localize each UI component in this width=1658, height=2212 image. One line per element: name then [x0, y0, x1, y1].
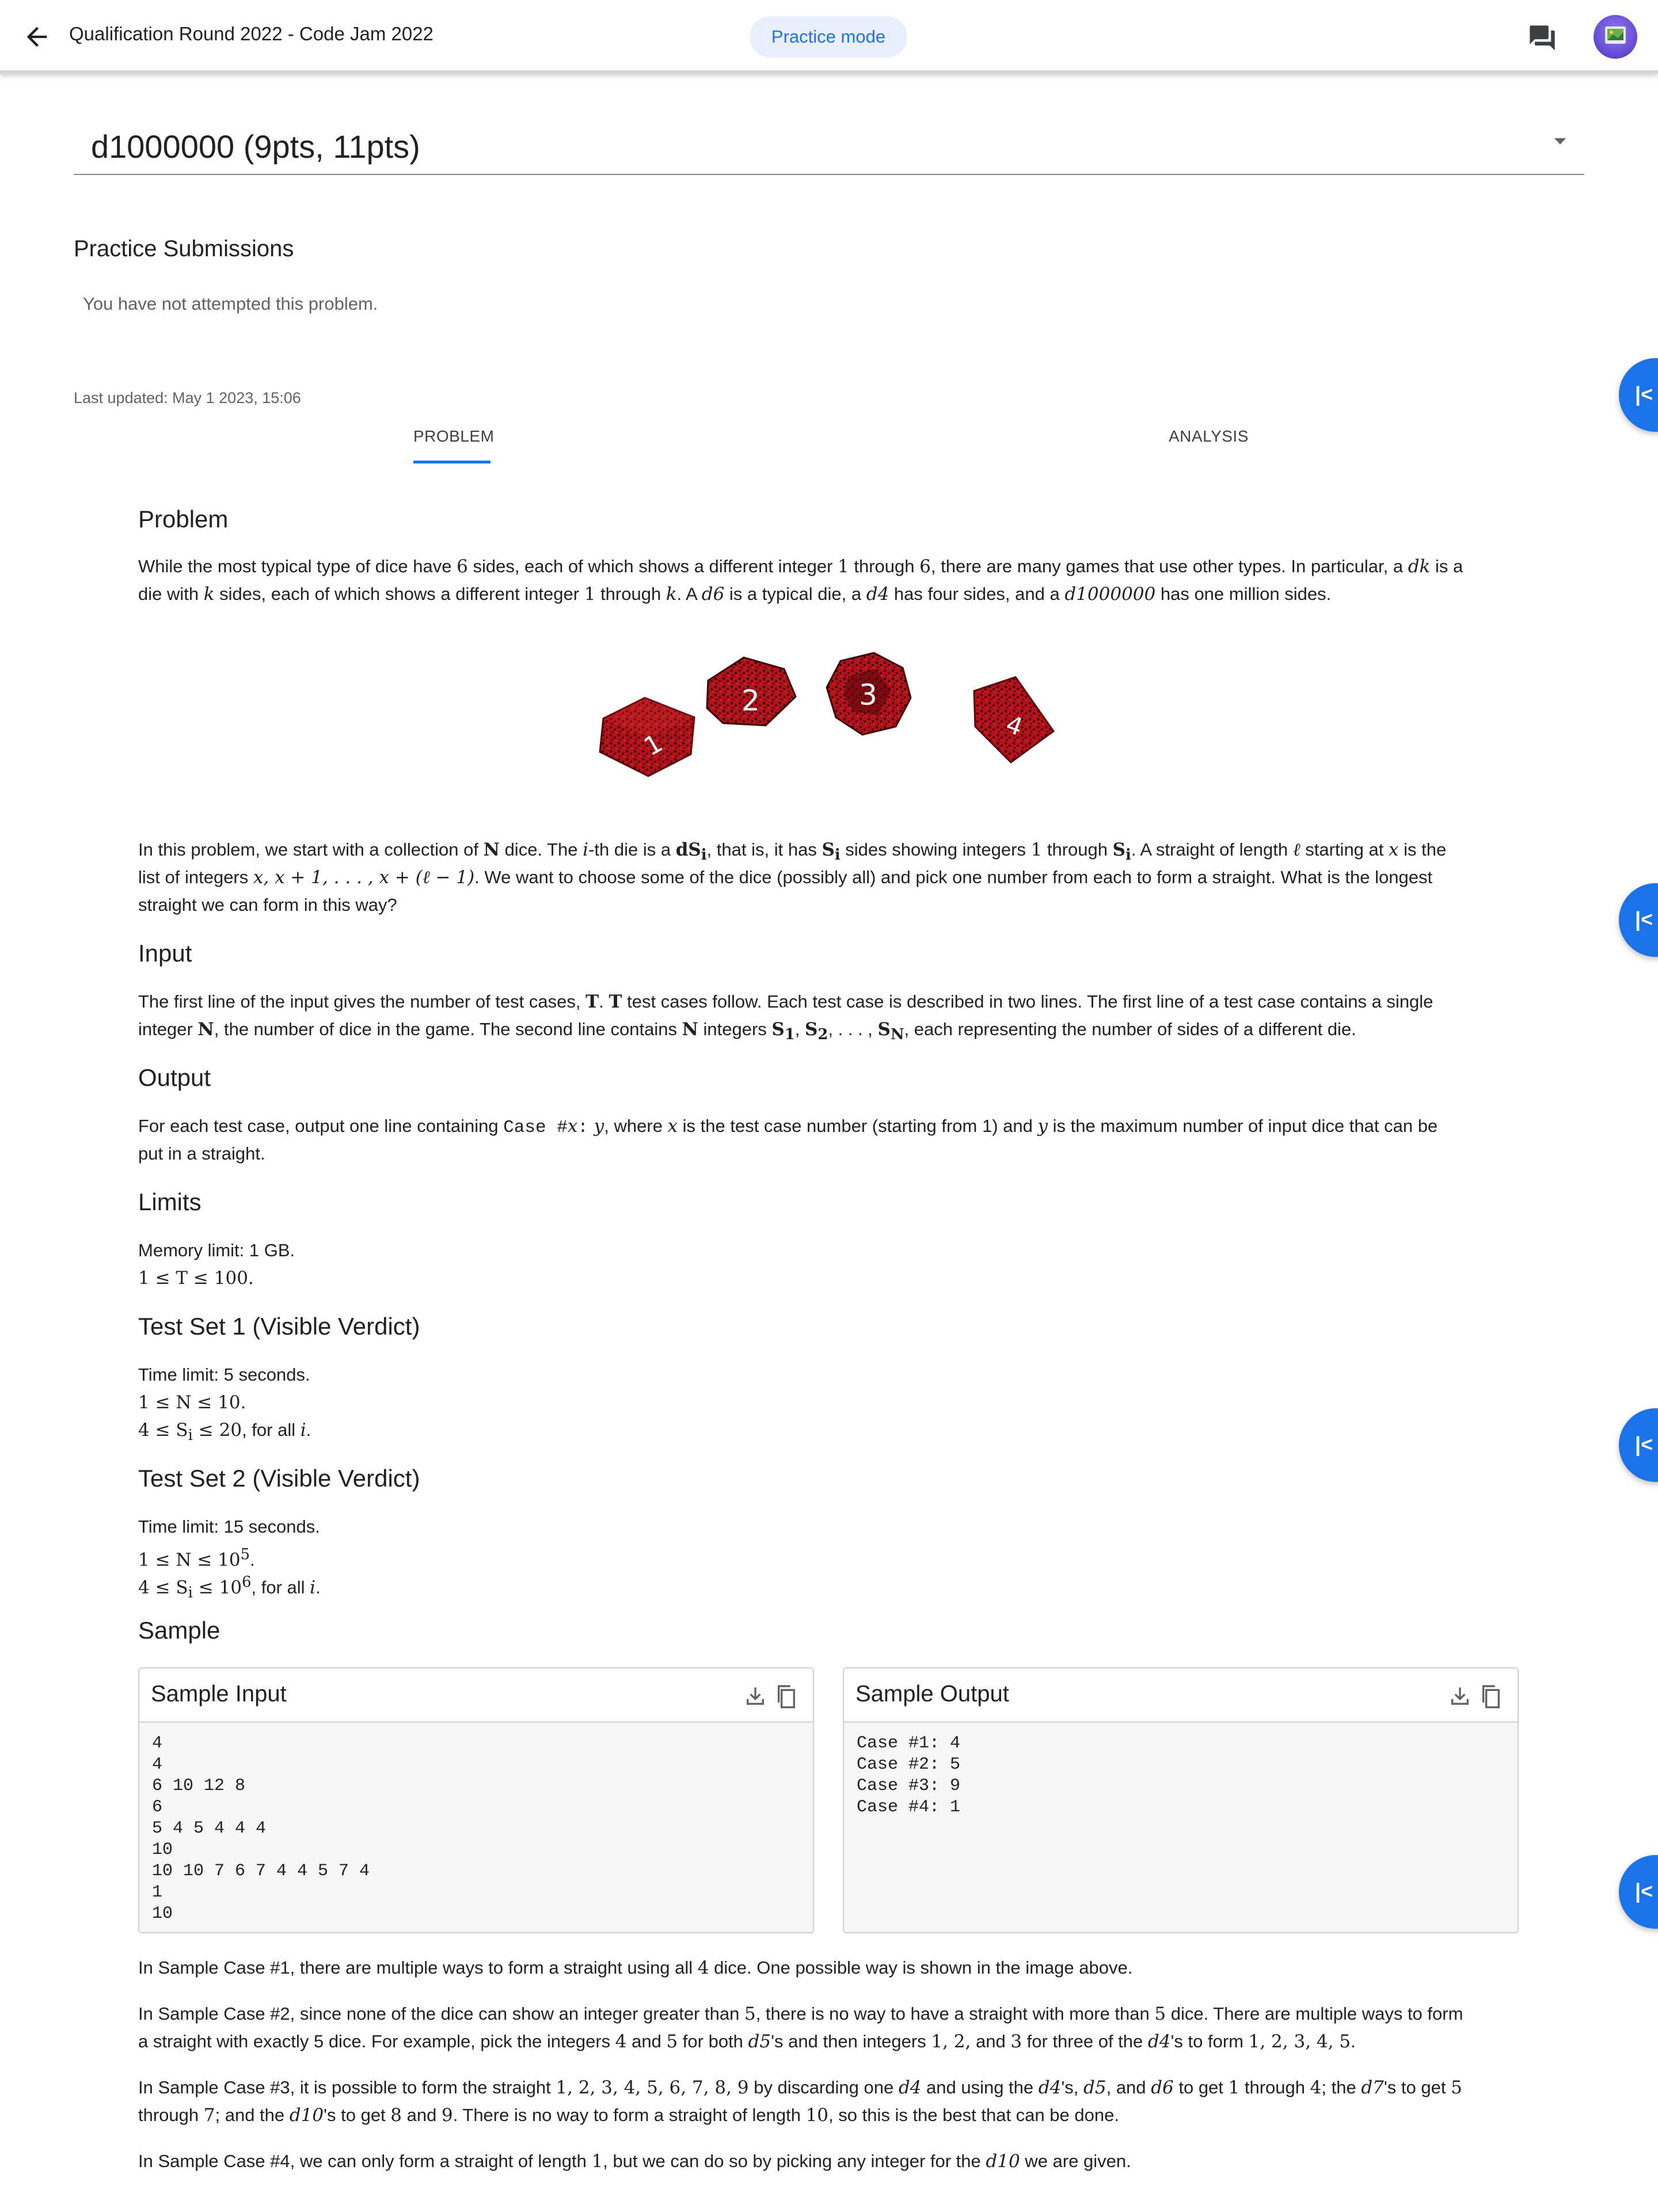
arrow-back-icon[interactable]: [22, 22, 52, 52]
sample-input-box: Sample Input 4 4 6 10 12 8 6 5 4 5 4 4 4…: [138, 1667, 814, 1933]
dice-image: 1 2 3 4: [599, 652, 1055, 777]
sample-output-text[interactable]: Case #1: 4 Case #2: 5 Case #3: 9 Case #4…: [857, 1733, 960, 1818]
sample-explanation-4: In Sample Case #4, we can only form a st…: [138, 2151, 1131, 2172]
sample-explanation-2: In Sample Case #2, since none of the dic…: [138, 2004, 1463, 2052]
tab-analysis[interactable]: ANALYSIS: [1169, 427, 1249, 446]
sample-input-text[interactable]: 4 4 6 10 12 8 6 5 4 5 4 4 4 10 10 10 7 6…: [152, 1733, 370, 1925]
sample-output-box: Sample Output Case #1: 4 Case #2: 5 Case…: [843, 1667, 1519, 1933]
download-icon[interactable]: [744, 1685, 767, 1708]
feedback-icon[interactable]: [1527, 23, 1558, 53]
tab-problem[interactable]: PROBLEM: [413, 427, 494, 446]
svg-text:3: 3: [859, 678, 877, 712]
sample-explanation-1: In Sample Case #1, there are multiple wa…: [138, 1958, 1133, 1978]
last-updated-text: Last updated: May 1 2023, 15:06: [74, 389, 301, 406]
die-d6: 1: [599, 697, 695, 777]
output-heading: Output: [138, 1064, 211, 1091]
die-d8: 2: [706, 656, 797, 727]
collapse-left-button[interactable]: |<: [1619, 1408, 1658, 1482]
problem-statement-definition: In this problem, we start with a collect…: [138, 839, 1447, 915]
app-title: Qualification Round 2022 - Code Jam 2022: [69, 23, 433, 44]
problem-title: d1000000 (9pts, 11pts): [91, 128, 420, 165]
copy-icon[interactable]: [775, 1683, 798, 1710]
output-description: For each test case, output one line cont…: [138, 1116, 1438, 1164]
die-d12: 3: [826, 652, 912, 736]
test-set-1-heading: Test Set 1 (Visible Verdict): [138, 1313, 420, 1340]
active-tab-indicator: [413, 461, 490, 463]
collapse-left-icon: |<: [1635, 382, 1653, 406]
limits-heading: Limits: [138, 1188, 201, 1215]
collapse-left-icon: |<: [1635, 907, 1653, 931]
sample-explanation-3: In Sample Case #3, it is possible to for…: [138, 2077, 1462, 2126]
test-set-1-limits: Time limit: 5 seconds. 1 ≤ N ≤ 10. 4 ≤ S…: [138, 1365, 311, 1445]
sample-input-title: Sample Input: [151, 1681, 287, 1706]
problem-heading: Problem: [138, 506, 229, 533]
input-description: The first line of the input gives the nu…: [138, 991, 1433, 1044]
collapse-left-button[interactable]: |<: [1619, 358, 1658, 432]
collapse-left-button[interactable]: |<: [1619, 1855, 1658, 1929]
copy-icon[interactable]: [1480, 1683, 1503, 1710]
dropdown-caret-icon[interactable]: [1554, 138, 1566, 145]
problem-statement-intro: While the most typical type of dice have…: [138, 556, 1463, 605]
sample-heading: Sample: [138, 1617, 220, 1644]
avatar[interactable]: [1594, 15, 1637, 59]
die-d4: 4: [973, 676, 1055, 763]
collapse-left-icon: |<: [1635, 1432, 1653, 1456]
practice-mode-chip[interactable]: Practice mode: [750, 16, 907, 58]
input-heading: Input: [138, 940, 192, 967]
collapse-left-button[interactable]: |<: [1619, 883, 1658, 957]
sample-output-title: Sample Output: [855, 1681, 1009, 1706]
download-icon[interactable]: [1448, 1685, 1471, 1708]
limits-list: Memory limit: 1 GB. 1 ≤ T ≤ 100.: [138, 1240, 295, 1289]
collapse-left-icon: |<: [1635, 1879, 1653, 1903]
svg-text:2: 2: [741, 684, 760, 717]
test-set-2-heading: Test Set 2 (Visible Verdict): [138, 1465, 420, 1492]
practice-submissions-heading: Practice Submissions: [74, 236, 294, 261]
no-attempts-text: You have not attempted this problem.: [83, 294, 378, 314]
test-set-2-limits: Time limit: 15 seconds. 1 ≤ N ≤ 105. 4 ≤…: [138, 1517, 321, 1602]
